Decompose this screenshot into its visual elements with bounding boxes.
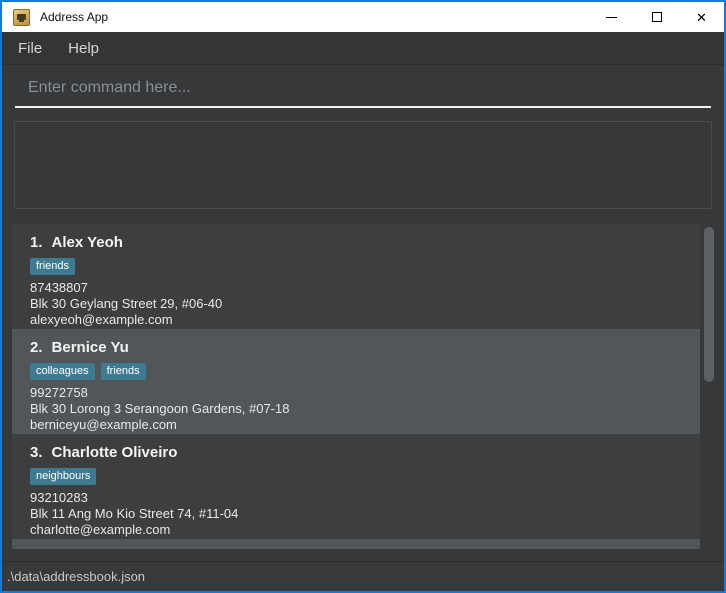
minimize-button[interactable] <box>589 2 634 32</box>
close-button[interactable]: ✕ <box>679 2 724 32</box>
command-input[interactable] <box>15 74 711 108</box>
maximize-button[interactable] <box>634 2 679 32</box>
person-card[interactable]: 3. Charlotte Oliveiro neighbours 9321028… <box>12 434 700 539</box>
person-phone: 93210283 <box>30 490 700 506</box>
status-file-path: .\data\addressbook.json <box>7 569 145 584</box>
window-controls: ✕ <box>589 2 724 32</box>
person-name: Alex Yeoh <box>52 234 123 251</box>
command-box <box>2 65 724 121</box>
minimize-icon <box>606 17 617 18</box>
person-index: 2. <box>30 339 43 356</box>
person-email: alexyeoh@example.com <box>30 312 700 328</box>
result-display <box>14 121 712 209</box>
menu-bar: File Help <box>2 32 724 65</box>
person-tag: friends <box>101 363 146 380</box>
address-book-icon <box>13 9 30 26</box>
person-tag: friends <box>30 258 75 275</box>
person-card[interactable]: 1. Alex Yeoh friends 87438807 Blk 30 Gey… <box>12 224 700 329</box>
person-address: Blk 30 Geylang Street 29, #06-40 <box>30 296 700 312</box>
person-name: Bernice Yu <box>52 339 129 356</box>
person-email: charlotte@example.com <box>30 522 700 538</box>
person-phone: 87438807 <box>30 280 700 296</box>
menu-help[interactable]: Help <box>55 32 112 64</box>
close-icon: ✕ <box>696 11 707 24</box>
person-tag: colleagues <box>30 363 95 380</box>
menu-file[interactable]: File <box>5 32 55 64</box>
person-name-row: 3. Charlotte Oliveiro <box>30 444 700 461</box>
status-bar: .\data\addressbook.json <box>2 561 724 591</box>
person-tag: neighbours <box>30 468 96 485</box>
person-address: Blk 11 Ang Mo Kio Street 74, #11-04 <box>30 506 700 522</box>
person-name-row: 1. Alex Yeoh <box>30 234 700 251</box>
person-phone: 99272758 <box>30 385 700 401</box>
vertical-scrollbar[interactable] <box>703 224 716 549</box>
person-cards: 1. Alex Yeoh friends 87438807 Blk 30 Gey… <box>12 224 700 549</box>
person-card-partial[interactable] <box>12 539 700 549</box>
maximize-icon <box>652 12 662 22</box>
person-address: Blk 30 Lorong 3 Serangoon Gardens, #07-1… <box>30 401 700 417</box>
app-window: Address App ✕ File Help 1. Alex Yeoh fri… <box>0 0 726 593</box>
scrollbar-thumb[interactable] <box>704 227 714 382</box>
person-list: 1. Alex Yeoh friends 87438807 Blk 30 Gey… <box>2 224 724 549</box>
title-bar: Address App ✕ <box>2 2 724 32</box>
person-index: 1. <box>30 234 43 251</box>
person-tags: neighbours <box>30 468 700 485</box>
person-card[interactable]: 2. Bernice Yu colleagues friends 99272758… <box>12 329 700 434</box>
person-name-row: 2. Bernice Yu <box>30 339 700 356</box>
person-name: Charlotte Oliveiro <box>52 444 178 461</box>
person-index: 3. <box>30 444 43 461</box>
person-tags: friends <box>30 258 700 275</box>
person-tags: colleagues friends <box>30 363 700 380</box>
person-email: berniceyu@example.com <box>30 417 700 433</box>
window-title: Address App <box>40 10 108 24</box>
